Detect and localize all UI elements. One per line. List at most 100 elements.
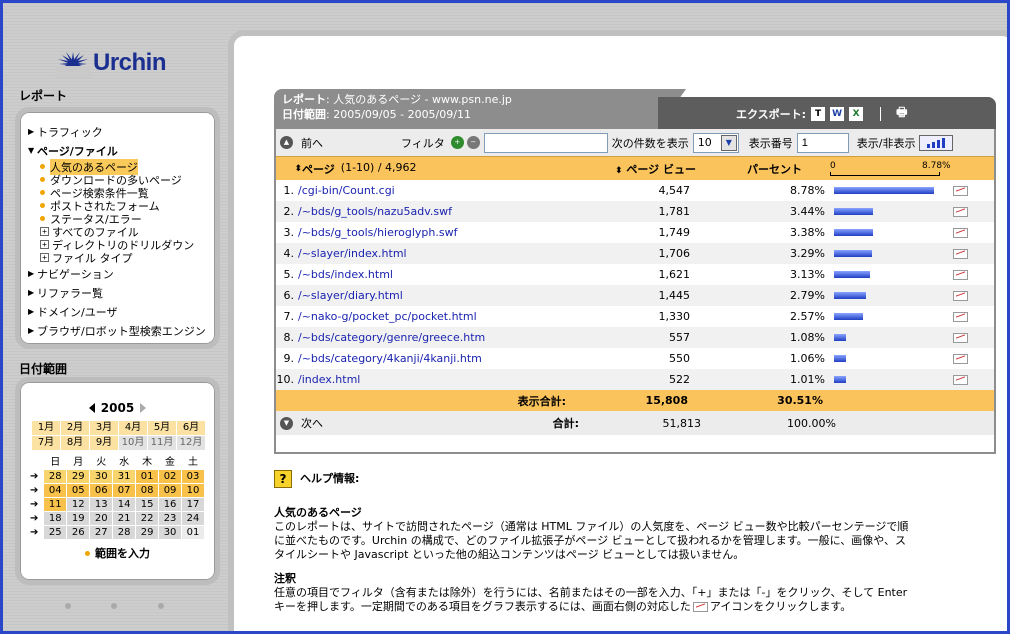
export-text-icon[interactable]: T <box>811 106 826 121</box>
prev-label[interactable]: 前へ <box>301 135 401 151</box>
day-cell[interactable]: 21 <box>113 512 136 525</box>
index-input[interactable] <box>796 132 849 153</box>
day-cell[interactable]: 19 <box>67 512 90 525</box>
expand-plus-icon[interactable]: + <box>40 227 49 236</box>
page-link[interactable]: /~bds/g_tools/hieroglyph.swf <box>298 226 578 239</box>
page-link[interactable]: /~nako-g/pocket_pc/pocket.html <box>298 310 578 323</box>
graph-icon[interactable] <box>953 269 968 280</box>
next-year-icon[interactable] <box>140 403 147 413</box>
month-cell[interactable]: 6月 <box>177 421 205 435</box>
month-cell[interactable]: 9月 <box>90 436 118 450</box>
day-cell[interactable]: 06 <box>90 484 113 497</box>
day-cell[interactable]: 18 <box>44 512 67 525</box>
next-label[interactable]: 次へ <box>301 415 351 431</box>
day-cell[interactable]: 15 <box>136 498 159 511</box>
col-views-header[interactable]: ⬍ ページ ビュー <box>588 161 696 177</box>
graph-icon[interactable] <box>953 185 968 196</box>
enter-range-button[interactable]: 範囲を入力 <box>30 545 205 561</box>
export-word-icon[interactable]: W <box>830 106 845 121</box>
select-week-arrow-icon[interactable]: ➔ <box>30 470 44 483</box>
graph-icon[interactable] <box>953 374 968 385</box>
filter-input[interactable] <box>483 132 608 153</box>
filter-exclude-icon[interactable]: − <box>466 136 480 149</box>
day-cell[interactable]: 17 <box>182 498 204 511</box>
nav-item[interactable]: ▶ ドメイン/ユーザ <box>28 302 207 321</box>
day-cell[interactable]: 26 <box>67 526 90 539</box>
day-cell[interactable]: 29 <box>67 470 90 483</box>
day-cell[interactable]: 29 <box>136 526 159 539</box>
day-cell[interactable]: 28 <box>113 526 136 539</box>
graph-icon[interactable] <box>953 206 968 217</box>
month-cell[interactable]: 1月 <box>32 421 60 435</box>
graph-icon[interactable] <box>953 248 968 259</box>
prev-year-icon[interactable] <box>88 403 95 413</box>
graph-icon[interactable] <box>953 332 968 343</box>
nav-item[interactable]: ▼ ページ/ファイル <box>28 141 207 160</box>
export-excel-icon[interactable]: X <box>849 106 864 121</box>
page-link[interactable]: /~bds/category/genre/greece.htm <box>298 331 578 344</box>
sort-icon[interactable]: ⬍ <box>276 164 302 174</box>
col-page-header[interactable]: ページ (1-10) / 4,962 <box>302 161 588 177</box>
toggle-chart-icon[interactable] <box>918 134 953 151</box>
filter-include-icon[interactable]: + <box>450 136 464 149</box>
month-cell[interactable]: 8月 <box>61 436 89 450</box>
day-cell[interactable]: 13 <box>90 498 113 511</box>
day-cell[interactable]: 11 <box>44 498 67 511</box>
month-cell[interactable]: 2月 <box>61 421 89 435</box>
graph-icon[interactable] <box>953 311 968 322</box>
day-cell[interactable]: 04 <box>44 484 67 497</box>
day-cell[interactable]: 27 <box>90 526 113 539</box>
day-cell[interactable]: 25 <box>44 526 67 539</box>
month-cell[interactable]: 5月 <box>148 421 176 435</box>
day-cell[interactable]: 09 <box>159 484 182 497</box>
day-cell[interactable]: 08 <box>136 484 159 497</box>
day-cell[interactable]: 14 <box>113 498 136 511</box>
day-cell[interactable]: 12 <box>67 498 90 511</box>
day-cell[interactable]: 28 <box>44 470 67 483</box>
day-cell[interactable]: 16 <box>159 498 182 511</box>
show-next-select[interactable]: 10 ▼ <box>692 132 739 153</box>
day-cell[interactable]: 10 <box>182 484 204 497</box>
page-link[interactable]: /~bds/g_tools/nazu5adv.swf <box>298 205 578 218</box>
nav-item[interactable]: ▶ ナビゲーション <box>28 264 207 283</box>
select-week-arrow-icon[interactable]: ➔ <box>30 512 44 525</box>
page-link[interactable]: /index.html <box>298 373 578 386</box>
day-cell[interactable]: 05 <box>67 484 90 497</box>
day-cell[interactable]: 03 <box>182 470 204 483</box>
graph-icon[interactable] <box>953 290 968 301</box>
page-link[interactable]: /~slayer/index.html <box>298 247 578 260</box>
page-link[interactable]: /~slayer/diary.html <box>298 289 578 302</box>
nav-item[interactable]: ▶ ブラウザ/ロボット型検索エンジン <box>28 321 207 340</box>
chevron-down-icon[interactable]: ▼ <box>720 134 737 151</box>
nav-item[interactable]: ▶ リファラー覧 <box>28 283 207 302</box>
day-cell[interactable]: 30 <box>159 526 182 539</box>
select-week-arrow-icon[interactable]: ➔ <box>30 484 44 497</box>
nav-item[interactable]: ▶ トラフィック <box>28 122 207 141</box>
day-cell[interactable]: 31 <box>113 470 136 483</box>
next-page-icon[interactable]: ▼ <box>280 416 293 430</box>
page-link[interactable]: /~bds/category/4kanji/4kanji.htm <box>298 352 578 365</box>
day-cell[interactable]: 22 <box>136 512 159 525</box>
day-cell[interactable]: 07 <box>113 484 136 497</box>
graph-icon[interactable] <box>953 353 968 364</box>
select-week-arrow-icon[interactable]: ➔ <box>30 526 44 539</box>
day-cell[interactable]: 30 <box>90 470 113 483</box>
day-cell[interactable]: 20 <box>90 512 113 525</box>
month-cell[interactable]: 3月 <box>90 421 118 435</box>
day-cell[interactable]: 02 <box>159 470 182 483</box>
expand-plus-icon[interactable]: + <box>40 253 49 262</box>
month-cell[interactable]: 4月 <box>119 421 147 435</box>
day-cell[interactable]: 24 <box>182 512 204 525</box>
prev-page-icon[interactable]: ▲ <box>280 136 293 149</box>
day-cell[interactable]: 23 <box>159 512 182 525</box>
page-link[interactable]: /~bds/index.html <box>298 268 578 281</box>
select-week-arrow-icon[interactable]: ➔ <box>30 498 44 511</box>
day-cell[interactable]: 01 <box>136 470 159 483</box>
day-cell[interactable]: 01 <box>182 526 204 539</box>
month-cell[interactable]: 7月 <box>32 436 60 450</box>
expand-plus-icon[interactable]: + <box>40 240 49 249</box>
graph-icon[interactable] <box>953 227 968 238</box>
nav-subitem[interactable]: + ファイル タイプ <box>28 251 207 265</box>
page-link[interactable]: /cgi-bin/Count.cgi <box>298 184 578 197</box>
print-icon[interactable]: 🖶 <box>896 103 907 124</box>
